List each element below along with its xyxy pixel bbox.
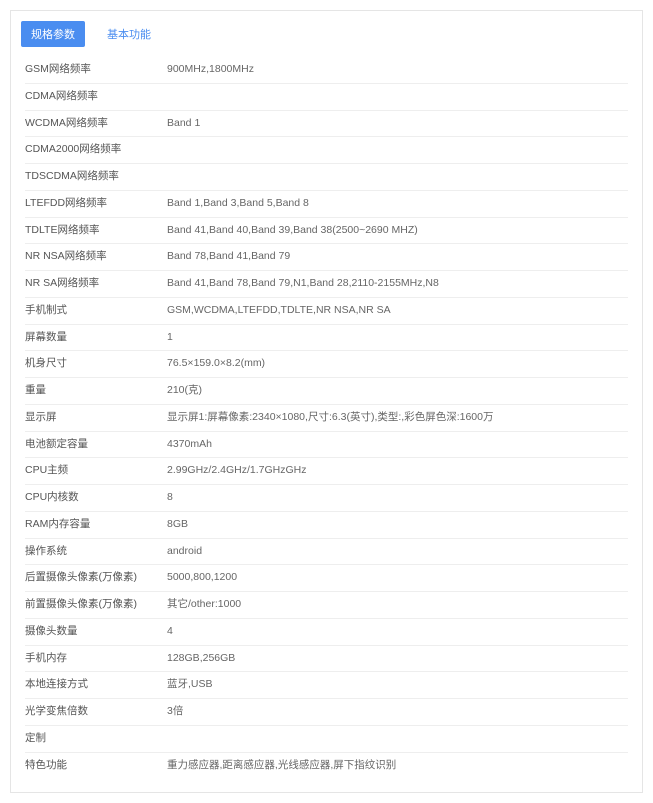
spec-row: 重量210(克) (25, 378, 628, 405)
spec-label: 机身尺寸 (25, 356, 167, 372)
spec-label: 手机制式 (25, 303, 167, 319)
spec-label: NR NSA网络频率 (25, 249, 167, 265)
spec-label: WCDMA网络频率 (25, 116, 167, 132)
spec-value (167, 89, 628, 105)
spec-label: CPU内核数 (25, 490, 167, 506)
tab-bar: 规格参数 基本功能 (11, 11, 642, 53)
spec-label: 摄像头数量 (25, 624, 167, 640)
spec-row: CPU主频2.99GHz/2.4GHz/1.7GHzGHz (25, 458, 628, 485)
spec-row: NR NSA网络频率Band 78,Band 41,Band 79 (25, 244, 628, 271)
spec-label: NR SA网络频率 (25, 276, 167, 292)
tab-specs[interactable]: 规格参数 (21, 21, 85, 47)
spec-label: 显示屏 (25, 410, 167, 426)
spec-row: 操作系统android (25, 539, 628, 566)
spec-row: 本地连接方式蓝牙,USB (25, 672, 628, 699)
spec-value: Band 78,Band 41,Band 79 (167, 249, 628, 265)
spec-value: 210(克) (167, 383, 628, 399)
spec-row: 屏幕数量1 (25, 325, 628, 352)
spec-row: 定制 (25, 726, 628, 753)
spec-row: 后置摄像头像素(万像素)5000,800,1200 (25, 565, 628, 592)
spec-label: 屏幕数量 (25, 330, 167, 346)
spec-value: Band 1 (167, 116, 628, 132)
spec-label: TDLTE网络频率 (25, 223, 167, 239)
spec-value: android (167, 544, 628, 560)
spec-row: GSM网络频率900MHz,1800MHz (25, 57, 628, 84)
spec-value: 3倍 (167, 704, 628, 720)
spec-value: 5000,800,1200 (167, 570, 628, 586)
spec-row: 光学变焦倍数3倍 (25, 699, 628, 726)
spec-card: 规格参数 基本功能 GSM网络频率900MHz,1800MHzCDMA网络频率W… (10, 10, 643, 793)
spec-label: CPU主频 (25, 463, 167, 479)
spec-row: WCDMA网络频率Band 1 (25, 111, 628, 138)
spec-label: LTEFDD网络频率 (25, 196, 167, 212)
spec-row: TDSCDMA网络频率 (25, 164, 628, 191)
spec-value: Band 41,Band 40,Band 39,Band 38(2500~269… (167, 223, 628, 239)
spec-label: 本地连接方式 (25, 677, 167, 693)
spec-row: 手机制式GSM,WCDMA,LTEFDD,TDLTE,NR NSA,NR SA (25, 298, 628, 325)
spec-label: TDSCDMA网络频率 (25, 169, 167, 185)
spec-value: 900MHz,1800MHz (167, 62, 628, 78)
spec-label: 光学变焦倍数 (25, 704, 167, 720)
spec-label: 电池额定容量 (25, 437, 167, 453)
spec-row: 特色功能重力感应器,距离感应器,光线感应器,屏下指纹识别 (25, 753, 628, 779)
spec-row: 机身尺寸76.5×159.0×8.2(mm) (25, 351, 628, 378)
spec-value: GSM,WCDMA,LTEFDD,TDLTE,NR NSA,NR SA (167, 303, 628, 319)
spec-value: 4 (167, 624, 628, 640)
spec-label: CDMA2000网络频率 (25, 142, 167, 158)
spec-value (167, 731, 628, 747)
spec-value: 8 (167, 490, 628, 506)
spec-value: 1 (167, 330, 628, 346)
spec-value: 重力感应器,距离感应器,光线感应器,屏下指纹识别 (167, 758, 628, 774)
spec-value: 其它/other:1000 (167, 597, 628, 613)
spec-label: 重量 (25, 383, 167, 399)
spec-value: 2.99GHz/2.4GHz/1.7GHzGHz (167, 463, 628, 479)
spec-label: 前置摄像头像素(万像素) (25, 597, 167, 613)
spec-label: 操作系统 (25, 544, 167, 560)
spec-label: 特色功能 (25, 758, 167, 774)
spec-value (167, 142, 628, 158)
spec-row: 手机内存128GB,256GB (25, 646, 628, 673)
spec-label: 后置摄像头像素(万像素) (25, 570, 167, 586)
spec-value (167, 169, 628, 185)
spec-row: NR SA网络频率Band 41,Band 78,Band 79,N1,Band… (25, 271, 628, 298)
spec-row: 摄像头数量4 (25, 619, 628, 646)
spec-value: 76.5×159.0×8.2(mm) (167, 356, 628, 372)
spec-row: CDMA网络频率 (25, 84, 628, 111)
spec-value: 128GB,256GB (167, 651, 628, 667)
tab-basic[interactable]: 基本功能 (97, 21, 161, 47)
spec-label: 定制 (25, 731, 167, 747)
spec-row: 显示屏显示屏1:屏幕像素:2340×1080,尺寸:6.3(英寸),类型:,彩色… (25, 405, 628, 432)
spec-label: GSM网络频率 (25, 62, 167, 78)
spec-label: 手机内存 (25, 651, 167, 667)
spec-row: 前置摄像头像素(万像素)其它/other:1000 (25, 592, 628, 619)
spec-row: 电池额定容量4370mAh (25, 432, 628, 459)
spec-value: 4370mAh (167, 437, 628, 453)
spec-table: GSM网络频率900MHz,1800MHzCDMA网络频率WCDMA网络频率Ba… (11, 53, 642, 792)
spec-label: CDMA网络频率 (25, 89, 167, 105)
spec-row: CDMA2000网络频率 (25, 137, 628, 164)
spec-row: LTEFDD网络频率Band 1,Band 3,Band 5,Band 8 (25, 191, 628, 218)
spec-value: Band 1,Band 3,Band 5,Band 8 (167, 196, 628, 212)
spec-row: TDLTE网络频率Band 41,Band 40,Band 39,Band 38… (25, 218, 628, 245)
spec-value: Band 41,Band 78,Band 79,N1,Band 28,2110-… (167, 276, 628, 292)
spec-value: 8GB (167, 517, 628, 533)
spec-row: CPU内核数8 (25, 485, 628, 512)
spec-value: 蓝牙,USB (167, 677, 628, 693)
spec-value: 显示屏1:屏幕像素:2340×1080,尺寸:6.3(英寸),类型:,彩色屏色深… (167, 410, 628, 426)
spec-label: RAM内存容量 (25, 517, 167, 533)
spec-row: RAM内存容量8GB (25, 512, 628, 539)
